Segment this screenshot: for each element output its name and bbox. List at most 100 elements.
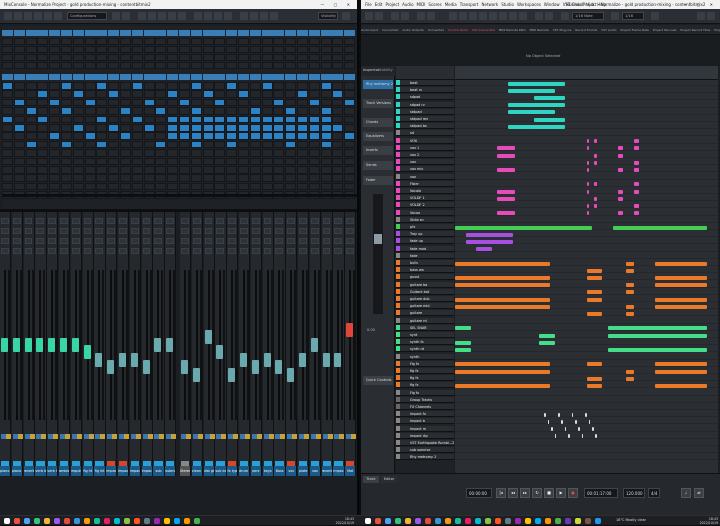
window-controls[interactable]: — ▢ ✕	[683, 0, 717, 9]
track-lane[interactable]	[455, 123, 718, 129]
mute-tool-icon[interactable]	[509, 12, 517, 20]
pan-knob[interactable]	[1, 238, 9, 244]
solo-button[interactable]	[65, 434, 70, 439]
pan-knob[interactable]	[1, 228, 9, 234]
track-lane[interactable]	[455, 318, 718, 324]
track-header[interactable]: impact b	[396, 418, 454, 424]
pan-knob[interactable]	[131, 248, 139, 254]
pan-knob[interactable]	[119, 228, 127, 234]
pan-knob[interactable]	[193, 238, 201, 244]
audio-event[interactable]	[618, 190, 623, 194]
pan-knob[interactable]	[107, 238, 115, 244]
volume-fader[interactable]	[252, 360, 259, 374]
signature-display[interactable]: 4/4	[648, 488, 660, 498]
solo-button[interactable]	[89, 434, 94, 439]
pan-knob[interactable]	[346, 238, 354, 244]
audio-event[interactable]	[455, 348, 471, 352]
pan-knob[interactable]	[181, 218, 189, 224]
fader-track[interactable]	[122, 270, 124, 420]
track-lane[interactable]	[455, 433, 718, 439]
app-icon[interactable]	[545, 518, 551, 524]
channel-strip[interactable]: submaster	[165, 212, 176, 476]
read-icon[interactable]	[417, 12, 425, 20]
pan-knob[interactable]	[205, 238, 213, 244]
pan-knob[interactable]	[60, 238, 68, 244]
solo-button[interactable]	[124, 434, 129, 439]
track-lane[interactable]	[455, 130, 718, 136]
audio-event[interactable]	[587, 276, 603, 280]
pan-knob[interactable]	[143, 238, 151, 244]
taskbar-clock-left[interactable]: 18:43 2022/10/19	[310, 517, 354, 525]
audio-event[interactable]	[626, 283, 634, 287]
channel-strip[interactable]: impact m	[142, 212, 153, 476]
pan-knob[interactable]	[264, 228, 272, 234]
pan-knob[interactable]	[287, 238, 295, 244]
channel-name[interactable]: reverb	[322, 466, 332, 476]
menu-item-transport[interactable]: Transport	[460, 2, 479, 7]
pan-knob[interactable]	[323, 218, 331, 224]
audio-event[interactable]	[587, 146, 590, 150]
app-icon[interactable]	[174, 518, 180, 524]
inspector-chords[interactable]: Chords	[363, 118, 393, 127]
menu-item-midi[interactable]: MIDI	[417, 2, 426, 7]
event-display[interactable]	[455, 80, 718, 473]
track-header[interactable]: VST Earthquake Rumbl...27	[396, 440, 454, 446]
audio-event[interactable]	[497, 211, 515, 215]
pan-knob[interactable]	[334, 228, 342, 234]
audio-event[interactable]	[539, 341, 555, 345]
track-header[interactable]: fig fx	[396, 375, 454, 381]
channel-name[interactable]: verb bat	[35, 466, 45, 476]
pan-knob[interactable]	[264, 248, 272, 254]
audio-event[interactable]	[655, 362, 708, 366]
pan-knob[interactable]	[84, 228, 92, 234]
track-header[interactable]: vox mix	[396, 166, 454, 172]
pan-knob[interactable]	[299, 248, 307, 254]
volume-fader[interactable]	[205, 330, 212, 344]
pan-knob[interactable]	[252, 228, 260, 234]
channel-name[interactable]: verb hst	[47, 466, 57, 476]
pan-knob[interactable]	[311, 218, 319, 224]
tab-visibility[interactable]: Visibility	[378, 68, 393, 72]
pan-knob[interactable]	[131, 238, 139, 244]
channel-strip[interactable]: fx typ	[227, 212, 238, 476]
pan-knob[interactable]	[25, 218, 33, 224]
audio-event[interactable]	[542, 118, 555, 122]
track-header[interactable]: Vocalo	[396, 188, 454, 194]
app-icon[interactable]	[154, 518, 160, 524]
inspector-sends[interactable]: Sends	[363, 161, 393, 170]
pan-knob[interactable]	[264, 238, 272, 244]
track-header[interactable]: guitare ba	[396, 282, 454, 288]
track-header[interactable]: pfx	[396, 224, 454, 230]
fx-event[interactable]	[555, 434, 557, 438]
pan-knob[interactable]	[131, 228, 139, 234]
status-item[interactable]: Project Record Time	[680, 28, 710, 32]
volume-fader[interactable]	[13, 338, 20, 352]
channel-name[interactable]: impact fb	[130, 466, 140, 476]
app-icon[interactable]	[24, 518, 30, 524]
audio-event[interactable]	[634, 204, 639, 208]
volume-fader[interactable]	[216, 345, 223, 359]
fader-track[interactable]	[231, 270, 233, 420]
channel-strip[interactable]: impact fx	[106, 212, 117, 476]
primary-time-display[interactable]: 00:01:17:00	[584, 488, 618, 498]
pan-knob[interactable]	[252, 238, 260, 244]
audio-event[interactable]	[594, 182, 597, 186]
pan-knob[interactable]	[323, 238, 331, 244]
pan-knob[interactable]	[143, 248, 151, 254]
pan-knob[interactable]	[299, 238, 307, 244]
app-icon[interactable]	[595, 518, 601, 524]
pan-knob[interactable]	[166, 248, 174, 254]
track-lane[interactable]	[455, 246, 718, 252]
pan-knob[interactable]	[107, 228, 115, 234]
channel-strip[interactable]: verb bat	[35, 212, 46, 476]
audio-event[interactable]	[655, 370, 708, 374]
pan-knob[interactable]	[166, 218, 174, 224]
audio-event[interactable]	[626, 305, 634, 309]
solo-button[interactable]	[280, 434, 285, 439]
channel-name[interactable]: piano ver	[12, 466, 22, 476]
track-lane[interactable]	[455, 102, 718, 108]
track-header[interactable]: guitare dub	[396, 296, 454, 302]
audio-event[interactable]	[497, 146, 515, 150]
pan-knob[interactable]	[228, 248, 236, 254]
play-button[interactable]: ▶	[556, 488, 566, 498]
